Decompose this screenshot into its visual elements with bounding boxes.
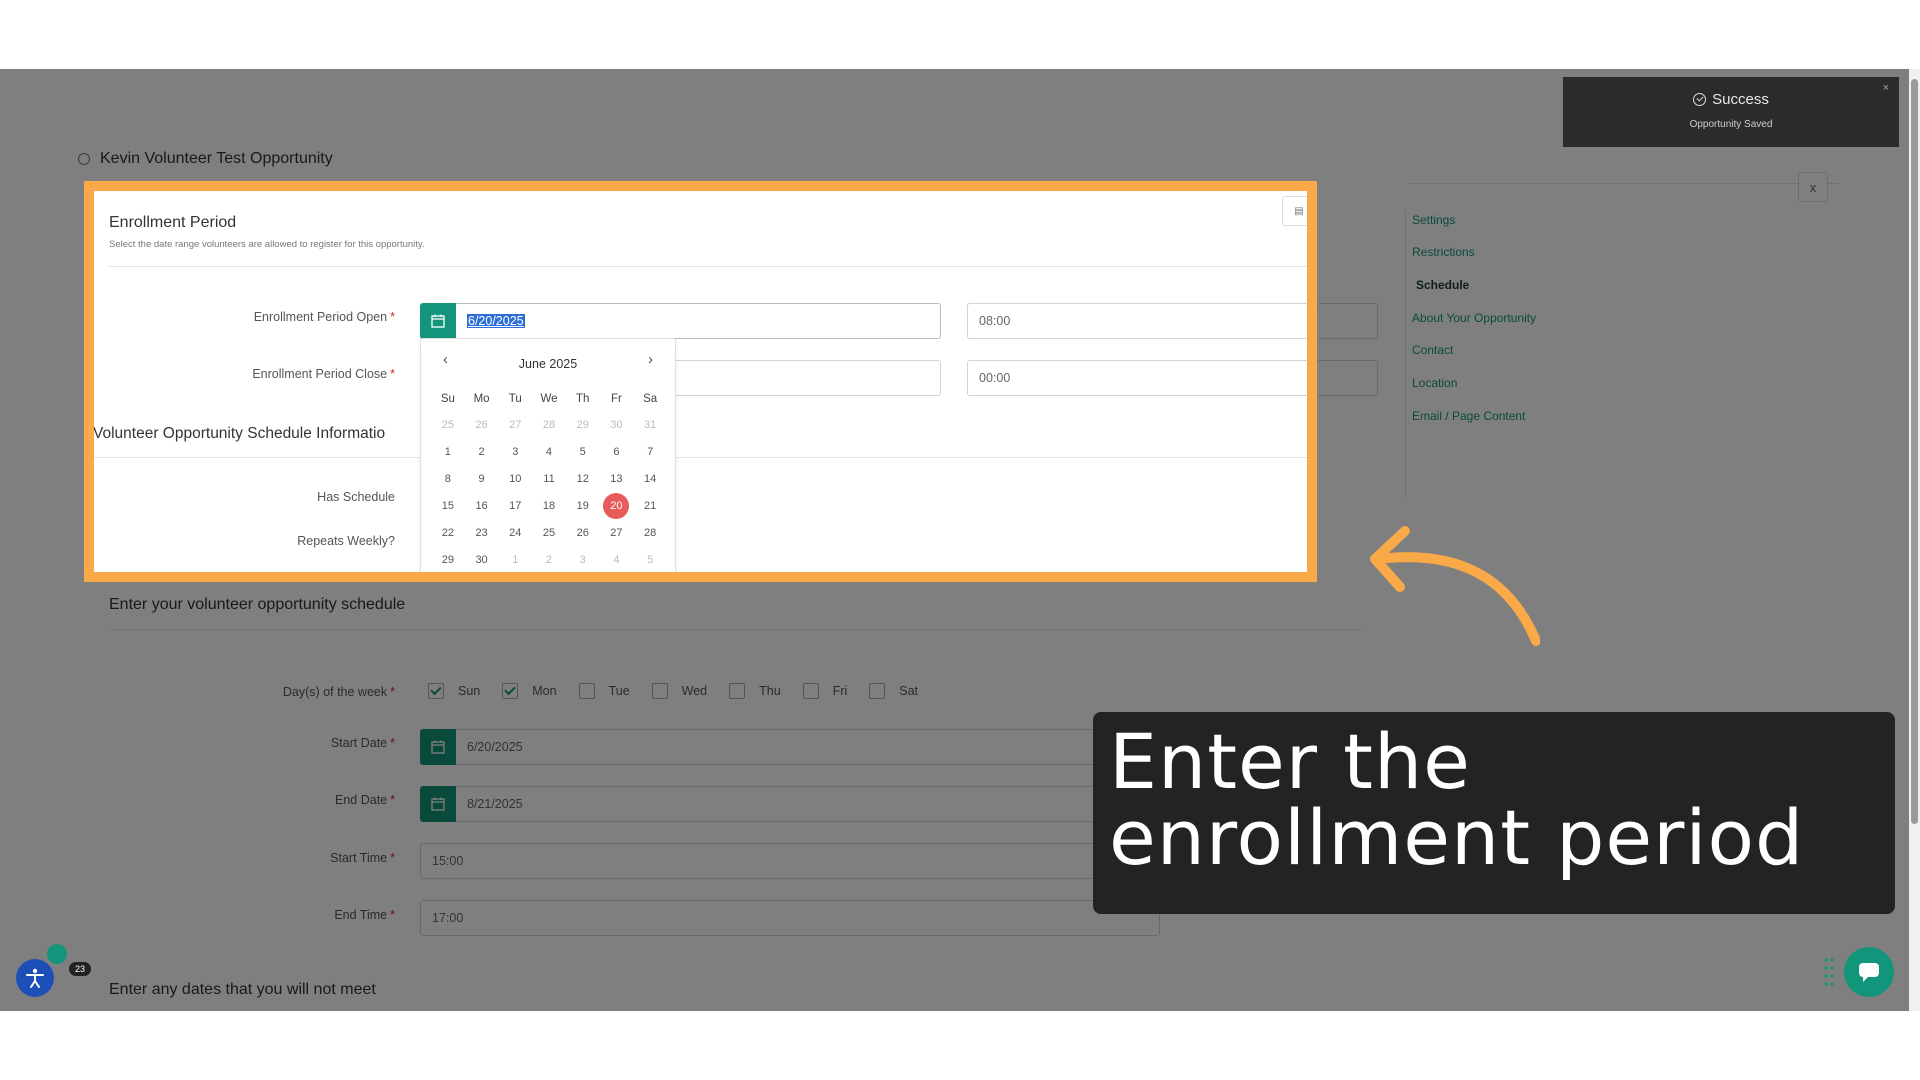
weekday-header: We [540,393,558,405]
calendar-day[interactable]: 23 [465,519,499,546]
calendar-icon [431,314,445,328]
highlight-frame: ▤ ave » Enrollment Period Select the dat… [84,181,1317,582]
calendar-day[interactable]: 19 [566,492,600,519]
calendar-day[interactable]: 8 [431,465,465,492]
calendar-day[interactable]: 27 [600,519,634,546]
calendar-day[interactable]: 30 [465,546,499,572]
calendar-day[interactable]: 17 [498,492,532,519]
save-icon: ▤ [1294,205,1304,217]
check-circle-icon [1693,93,1707,106]
next-month-button[interactable]: › [648,351,653,368]
calendar-day[interactable]: 26 [566,519,600,546]
arrow-icon [1370,526,1540,646]
calendar-day[interactable]: 4 [532,438,566,465]
has-schedule-label: Has Schedule [317,490,395,504]
schedule-info-heading: Volunteer Opportunity Schedule Informati… [93,425,386,442]
selected-day[interactable]: 20 [603,492,630,519]
calendar-day[interactable]: 11 [532,465,566,492]
accessibility-icon [26,968,44,988]
calendar-day[interactable]: 28 [532,411,566,438]
notification-badge: 23 [69,962,91,976]
open-date-input[interactable]: 6/20/2025 [456,303,941,339]
calendar-day[interactable]: 14 [633,465,667,492]
calendar-day[interactable]: 18 [532,492,566,519]
drag-handle-icon[interactable] [1824,957,1834,987]
calendar-day[interactable]: 1 [498,546,532,572]
divider [94,457,1307,458]
calendar-day[interactable]: 16 [465,492,499,519]
save-label: ave [1314,205,1317,216]
calendar-day[interactable]: 22 [431,519,465,546]
datepicker-grid: Su Mo Tu We Th Fr Sa 25 26 27 28 29 30 31 1 2 3 4 5 6 7 8 9 10 1… [431,387,667,572]
calendar-day[interactable]: 31 [633,411,667,438]
calendar-day[interactable]: 5 [633,546,667,572]
success-toast: × Success Opportunity Saved [1563,77,1899,147]
enrollment-title: Enrollment Period [109,214,237,231]
open-date-value: 6/20/2025 [467,314,525,328]
open-label: Enrollment Period Open * [253,310,395,324]
calendar-day[interactable]: 9 [465,465,499,492]
toast-title: Success [1712,91,1769,108]
datepicker-month: June 2025 [518,357,578,371]
repeats-weekly-label: Repeats Weekly? [297,534,395,548]
calendar-day[interactable]: 7 [633,438,667,465]
chat-icon [1859,963,1879,982]
calendar-day[interactable]: 4 [600,546,634,572]
calendar-day[interactable]: 29 [431,546,465,572]
calendar-day[interactable]: 24 [498,519,532,546]
chevron-up-icon[interactable] [47,944,67,964]
weekday-header: Su [440,393,455,405]
calendar-day[interactable]: 15 [431,492,465,519]
caption-box: Enter the enrollment period [1093,712,1895,914]
accessibility-button[interactable] [16,959,54,997]
enrollment-subtitle: Select the date range volunteers are all… [109,239,425,250]
enrollment-section: ▤ ave » Enrollment Period Select the dat… [93,191,1317,572]
calendar-day[interactable]: 3 [498,438,532,465]
divider [109,266,1307,267]
scrollbar-thumb[interactable] [1911,79,1918,824]
weekday-header: Fr [610,393,622,405]
calendar-day[interactable]: 13 [600,465,634,492]
weekday-header: Sa [643,393,658,405]
calendar-day[interactable]: 2 [465,438,499,465]
weekday-header: Mo [473,393,490,405]
calendar-day[interactable]: 25 [532,519,566,546]
calendar-day[interactable]: 29 [566,411,600,438]
calendar-day[interactable]: 25 [431,411,465,438]
close-time-input[interactable]: 00:00 [967,360,1307,396]
weekday-header: Tu [508,393,522,405]
calendar-day[interactable]: 27 [498,411,532,438]
calendar-day[interactable]: 10 [498,465,532,492]
calendar-day[interactable]: 20 [600,492,634,519]
caption-line-2: enrollment period [1109,793,1805,882]
save-button[interactable]: ▤ [1282,196,1307,226]
calendar-day[interactable]: 26 [465,411,499,438]
calendar-day[interactable]: 2 [532,546,566,572]
datepicker: ‹ June 2025 › Su Mo Tu We Th Fr Sa 25 26 27 28 29 30… [420,338,676,572]
calendar-day[interactable]: 1 [431,438,465,465]
calendar-day[interactable]: 12 [566,465,600,492]
chat-button[interactable] [1844,947,1894,997]
calendar-day[interactable]: 21 [633,492,667,519]
caption-line-1: Enter the [1109,717,1471,806]
calendar-day[interactable]: 3 [566,546,600,572]
open-date-calendar-button[interactable] [420,303,456,339]
toast-message: Opportunity Saved [1689,119,1773,130]
calendar-day[interactable]: 28 [633,519,667,546]
toast-title-row: Success [1563,91,1899,108]
weekday-header: Th [575,393,590,405]
calendar-day[interactable]: 6 [600,438,634,465]
open-time-input[interactable]: 08:00 [967,303,1307,339]
screen: Kevin Volunteer Test Opportunity x Setti… [0,69,1920,1011]
calendar-day[interactable]: 5 [566,438,600,465]
calendar-day[interactable]: 30 [600,411,634,438]
close-label: Enrollment Period Close * [252,367,395,381]
